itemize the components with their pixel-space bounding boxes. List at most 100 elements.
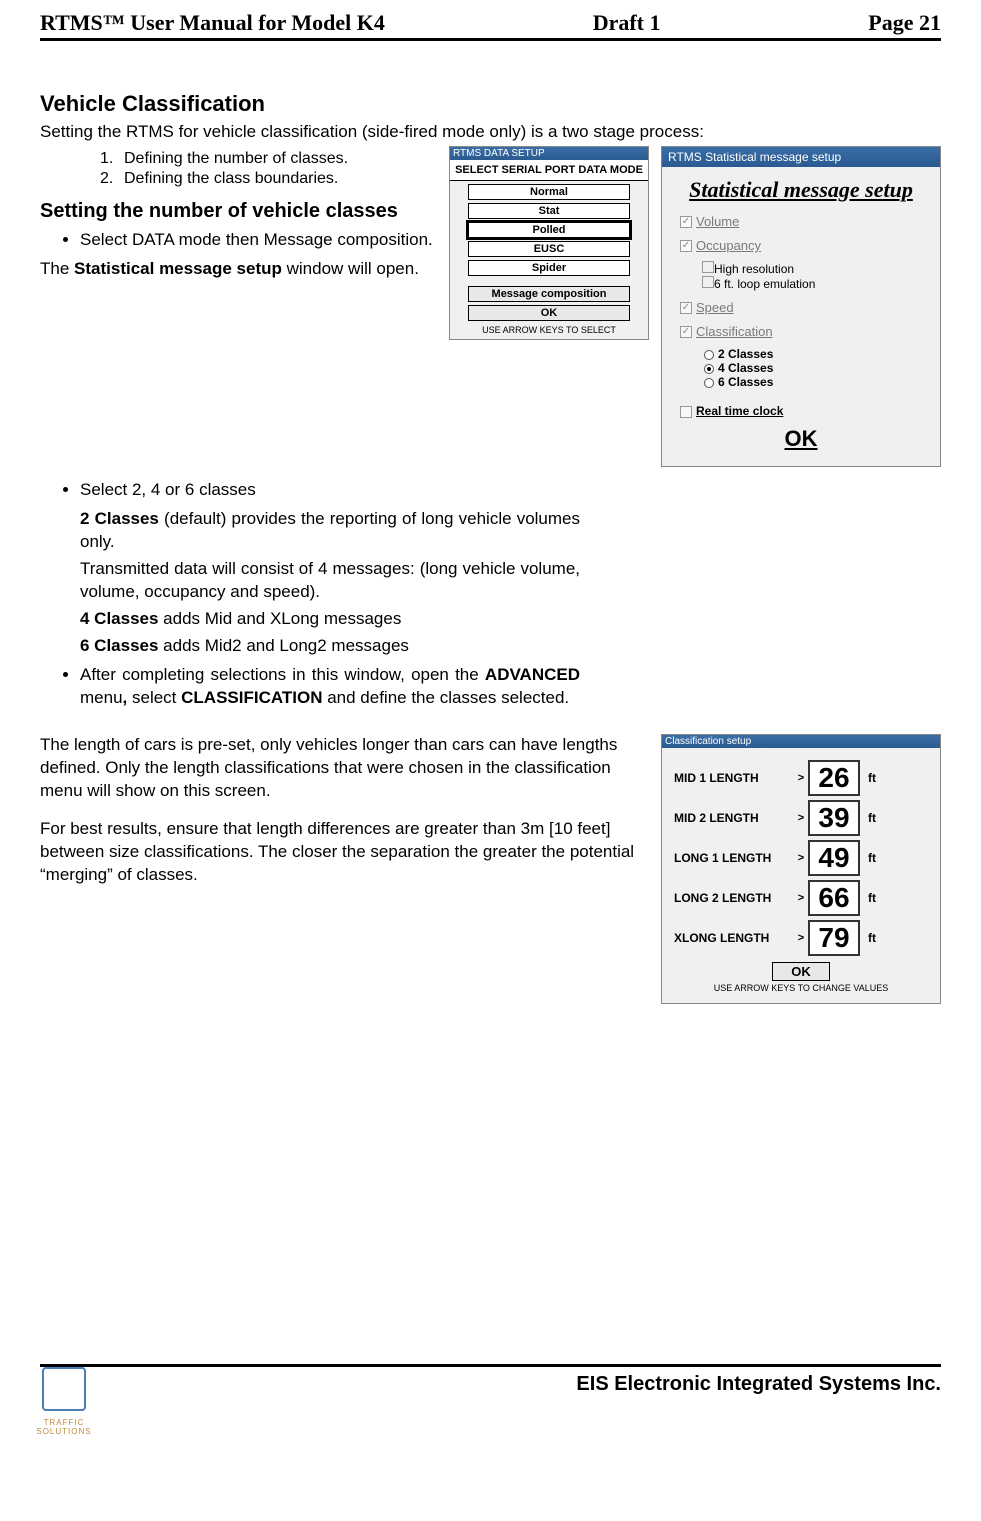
u1: ft xyxy=(860,811,884,825)
g3: > xyxy=(794,892,808,904)
radio-2classes[interactable]: 2 Classes xyxy=(704,347,922,361)
t2: Statistical message setup xyxy=(74,259,282,278)
row-long2: LONG 2 LENGTH > 66 ft xyxy=(674,880,928,916)
dialog1-titlebar: RTMS DATA SETUP xyxy=(450,147,648,160)
transmitted-text: Transmitted data will consist of 4 messa… xyxy=(80,558,580,604)
u3: ft xyxy=(860,891,884,905)
n3: LONG 2 LENGTH xyxy=(674,891,794,905)
val-mid1[interactable]: 26 xyxy=(808,760,860,796)
val-long1[interactable]: 49 xyxy=(808,840,860,876)
option-polled[interactable]: Polled xyxy=(468,222,630,238)
u4: ft xyxy=(860,931,884,945)
intro-text: Setting the RTMS for vehicle classificat… xyxy=(40,121,941,144)
option-spider[interactable]: Spider xyxy=(468,260,630,276)
tc: menu xyxy=(80,688,123,707)
bullet-select-classes: Select 2, 4 or 6 classes xyxy=(80,479,580,502)
sixclass-text: 6 Classes adds Mid2 and Long2 messages xyxy=(80,635,580,658)
tc6a: 6 Classes xyxy=(80,636,158,655)
fourclass-text: 4 Classes adds Mid and XLong messages xyxy=(80,608,580,631)
step-1: 1.Defining the number of classes. xyxy=(100,150,437,168)
check-loop[interactable]: 6 ft. loop emulation xyxy=(702,276,922,291)
u0: ft xyxy=(860,771,884,785)
dialog1-header: SELECT SERIAL PORT DATA MODE xyxy=(450,160,648,181)
button-ok-dlg3[interactable]: OK xyxy=(772,962,830,981)
g2: > xyxy=(794,852,808,864)
option-stat[interactable]: Stat xyxy=(468,203,630,219)
bullet-select-data-mode: Select DATA mode then Message compositio… xyxy=(80,229,437,252)
dialog-classification-setup: Classification setup MID 1 LENGTH > 26 f… xyxy=(661,734,941,1004)
lbl-6c: 6 Classes xyxy=(718,375,773,389)
option-eusc[interactable]: EUSC xyxy=(468,241,630,257)
dialog3-footer: USE ARROW KEYS TO CHANGE VALUES xyxy=(674,983,928,993)
tc4b: adds Mid and XLong messages xyxy=(158,609,401,628)
lbl-volume: Volume xyxy=(696,214,739,229)
option-normal[interactable]: Normal xyxy=(468,184,630,200)
lbl-2c: 2 Classes xyxy=(718,347,773,361)
button-ok-dlg1[interactable]: OK xyxy=(468,305,630,321)
td: , xyxy=(123,688,132,707)
radio-4classes[interactable]: 4 Classes xyxy=(704,361,922,375)
header-right: Page 21 xyxy=(868,10,941,36)
t1: The xyxy=(40,259,74,278)
tg: and define the classes selected. xyxy=(322,688,569,707)
lbl-rtc: Real time clock xyxy=(696,404,783,418)
val-mid2[interactable]: 39 xyxy=(808,800,860,836)
g1: > xyxy=(794,812,808,824)
bullet-advanced: After completing selections in this wind… xyxy=(80,664,580,710)
dialog2-title: Statistical message setup xyxy=(680,177,922,203)
step-2-text: Defining the class boundaries. xyxy=(124,170,338,187)
u2: ft xyxy=(860,851,884,865)
button-ok-dlg2[interactable]: OK xyxy=(680,426,922,452)
header-left: RTMS™ User Manual for Model K4 xyxy=(40,10,385,36)
logo-icon xyxy=(42,1367,86,1411)
check-occupancy[interactable]: ✓Occupancy xyxy=(680,237,922,253)
n2: LONG 1 LENGTH xyxy=(674,851,794,865)
check-rtc[interactable]: Real time clock xyxy=(680,403,922,418)
dialog2-titlebar: RTMS Statistical message setup xyxy=(662,147,940,167)
best-results-text: For best results, ensure that length dif… xyxy=(40,818,649,887)
logo-caption: TRAFFIC SOLUTIONS xyxy=(34,1418,94,1436)
row-mid1: MID 1 LENGTH > 26 ft xyxy=(674,760,928,796)
tc2a: 2 Classes xyxy=(80,509,159,528)
val-long2[interactable]: 66 xyxy=(808,880,860,916)
lbl-classification: Classification xyxy=(696,324,773,339)
dialog-stat-message-setup: RTMS Statistical message setup Statistic… xyxy=(661,146,941,467)
dialog3-titlebar: Classification setup xyxy=(662,735,940,748)
tc6b: adds Mid2 and Long2 messages xyxy=(158,636,408,655)
stat-window-sentence: The Statistical message setup window wil… xyxy=(40,258,437,281)
dialog1-footer: USE ARROW KEYS TO SELECT xyxy=(450,323,648,339)
dialog-serial-port: RTMS DATA SETUP SELECT SERIAL PORT DATA … xyxy=(449,146,649,340)
n0: MID 1 LENGTH xyxy=(674,771,794,785)
radio-6classes[interactable]: 6 Classes xyxy=(704,375,922,389)
check-speed[interactable]: ✓Speed xyxy=(680,299,922,315)
tc4a: 4 Classes xyxy=(80,609,158,628)
lbl-4c: 4 Classes xyxy=(718,361,773,375)
check-volume[interactable]: ✓Volume xyxy=(680,213,922,229)
footer-logo: TRAFFIC SOLUTIONS xyxy=(34,1367,94,1436)
header-mid: Draft 1 xyxy=(593,10,661,36)
n1: MID 2 LENGTH xyxy=(674,811,794,825)
val-xlong[interactable]: 79 xyxy=(808,920,860,956)
g0: > xyxy=(794,772,808,784)
check-classification[interactable]: ✓Classification xyxy=(680,323,922,339)
t3: window will open. xyxy=(282,259,419,278)
lbl-loop: 6 ft. loop emulation xyxy=(714,277,815,291)
footer-company: EIS Electronic Integrated Systems Inc. xyxy=(40,1373,941,1396)
step-2: 2.Defining the class boundaries. xyxy=(100,170,437,188)
row-long1: LONG 1 LENGTH > 49 ft xyxy=(674,840,928,876)
tf: CLASSIFICATION xyxy=(181,688,322,707)
n4: XLONG LENGTH xyxy=(674,931,794,945)
heading-setting-classes: Setting the number of vehicle classes xyxy=(40,200,437,223)
check-highres[interactable]: High resolution xyxy=(702,261,922,276)
button-message-composition[interactable]: Message composition xyxy=(468,286,630,302)
tb: ADVANCED xyxy=(485,665,580,684)
length-preset-text: The length of cars is pre-set, only vehi… xyxy=(40,734,649,803)
row-mid2: MID 2 LENGTH > 39 ft xyxy=(674,800,928,836)
step-1-text: Defining the number of classes. xyxy=(124,150,348,167)
g4: > xyxy=(794,932,808,944)
twoclass-text: 2 Classes (default) provides the reporti… xyxy=(80,508,580,554)
row-xlong: XLONG LENGTH > 79 ft xyxy=(674,920,928,956)
lbl-hires: High resolution xyxy=(714,262,794,276)
lbl-occupancy: Occupancy xyxy=(696,238,761,253)
heading-vehicle-classification: Vehicle Classification xyxy=(40,91,941,117)
